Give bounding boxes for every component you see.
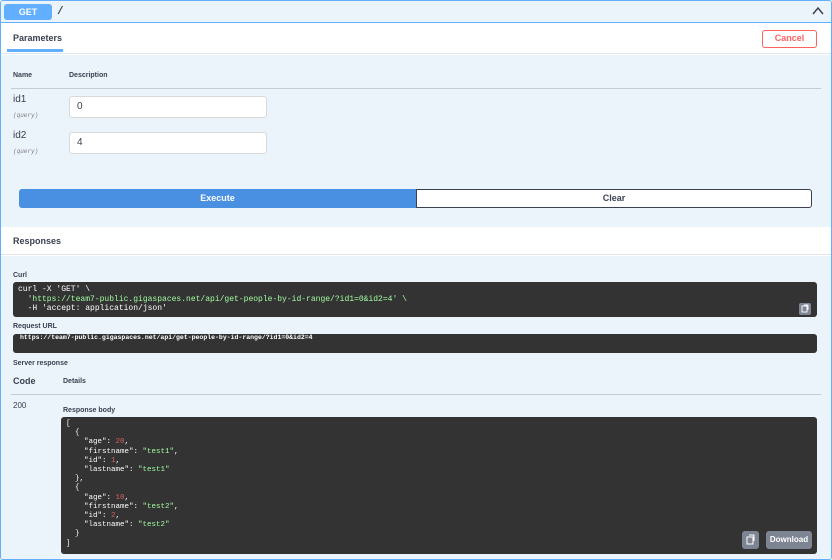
body-line: "age": 20, xyxy=(66,438,130,447)
param-location-id2: (query) xyxy=(13,148,39,155)
tab-parameters[interactable]: Parameters xyxy=(13,33,62,43)
operation-panel: GET / Parameters Cancel Name Description… xyxy=(0,0,832,560)
chevron-up-icon[interactable] xyxy=(811,4,825,18)
body-line: "id": 2, xyxy=(66,512,121,521)
body-line: "id": 1, xyxy=(66,456,121,465)
body-line: "lastname": "test1" xyxy=(66,466,170,475)
code-column-header: Code xyxy=(13,376,36,386)
download-button[interactable]: Download xyxy=(766,531,812,549)
curl-line-1: curl -X 'GET' \ xyxy=(18,285,91,294)
operation-header[interactable]: GET / xyxy=(1,1,831,23)
param-input-id1[interactable]: 0 xyxy=(69,96,267,118)
curl-line-3: -H 'accept: application/json' xyxy=(18,304,167,313)
operation-path: / xyxy=(57,6,64,18)
header-divider xyxy=(11,88,821,89)
param-input-id2[interactable]: 4 xyxy=(69,132,267,154)
column-header-description: Description xyxy=(69,72,108,79)
curl-command-block[interactable]: curl -X 'GET' \ 'https://team7-public.gi… xyxy=(13,282,817,317)
body-line: "firstname": "test1", xyxy=(66,447,179,456)
body-line: { xyxy=(66,484,80,493)
body-line: "lastname": "test2" xyxy=(66,521,170,530)
parameters-header: Parameters xyxy=(1,24,831,54)
body-line: ] xyxy=(66,539,71,548)
request-url-value: https://team7-public.gigaspaces.net/api/… xyxy=(13,334,817,353)
column-header-name: Name xyxy=(13,72,33,79)
body-line: }, xyxy=(66,475,85,484)
response-table-divider xyxy=(11,394,821,395)
response-body-label: Response body xyxy=(63,407,116,414)
clear-button[interactable]: Clear xyxy=(416,189,812,208)
http-method-badge: GET xyxy=(4,4,52,20)
responses-header: Responses xyxy=(1,227,831,255)
body-line: "firstname": "test2", xyxy=(66,502,179,511)
server-response-label: Server response xyxy=(13,360,68,367)
param-name-id1: id1 xyxy=(13,94,27,105)
cancel-button[interactable]: Cancel xyxy=(762,30,817,48)
responses-title: Responses xyxy=(13,236,62,246)
param-location-id1: (query) xyxy=(13,112,39,119)
tab-active-indicator xyxy=(7,49,63,52)
body-line: "age": 10, xyxy=(66,493,130,502)
clipboard-copy-icon[interactable] xyxy=(742,531,759,549)
body-line: } xyxy=(66,530,80,539)
curl-label: Curl xyxy=(13,272,27,279)
clipboard-copy-icon[interactable] xyxy=(799,303,811,315)
request-url-label: Request URL xyxy=(13,323,57,330)
param-name-id2: id2 xyxy=(13,130,27,141)
execute-button[interactable]: Execute xyxy=(19,189,416,208)
body-line: [ xyxy=(66,420,71,428)
response-body-block[interactable]: [ { "age": 20, "firstname": "test1", "id… xyxy=(61,417,817,554)
curl-line-2: 'https://team7-public.gigaspaces.net/api… xyxy=(18,294,407,304)
response-status-code: 200 xyxy=(13,401,27,410)
body-line: { xyxy=(66,429,80,438)
details-column-header: Details xyxy=(63,378,86,385)
